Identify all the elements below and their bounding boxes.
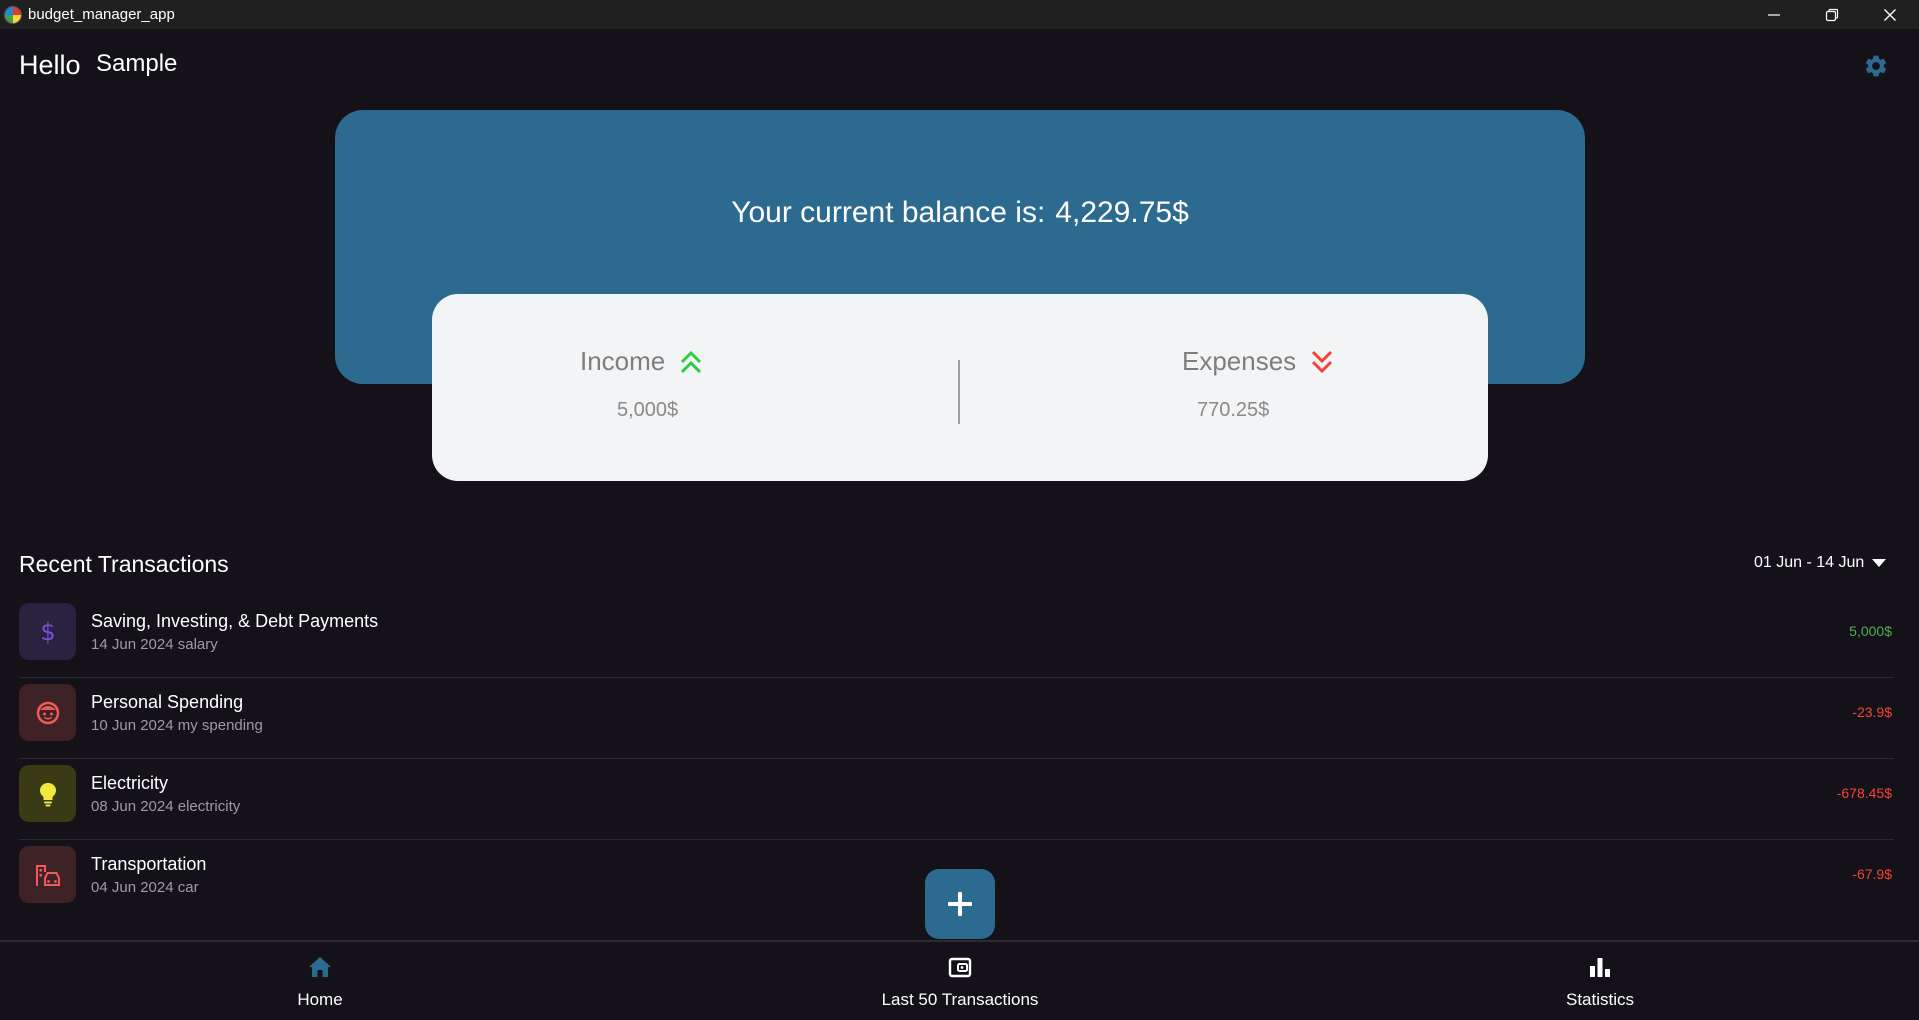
transaction-name: Personal Spending [91,692,244,712]
bar-chart-icon [1588,954,1612,980]
home-icon [308,954,332,980]
category-icon-box: $ [19,603,76,660]
nav-last-50-transactions[interactable]: Last 50 Transactions [810,942,1110,1020]
nav-home-label: Home [297,990,343,1009]
minimize-icon [1768,13,1780,16]
transaction-amount: -23.9$ [1852,704,1892,720]
minimize-button[interactable] [1745,0,1803,29]
date-range-dropdown[interactable]: 01 Jun - 14 Jun [1754,551,1887,575]
transaction-name: Transportation [91,854,207,874]
nav-home[interactable]: Home [220,942,420,1020]
balance-amount: 4,229.75$ [1055,196,1189,229]
caret-down-icon [1872,559,1887,567]
transaction-row[interactable]: Personal Spending 10 Jun 2024 my spendin… [19,678,1894,759]
bar-chart-icon-svg [1590,958,1610,977]
window-controls [1745,0,1919,29]
close-button[interactable] [1861,0,1919,29]
svg-text:$: $ [40,618,55,646]
wallet-icon-svg [948,957,972,978]
double-chevron-up-icon [681,350,702,373]
category-icon-box [19,684,76,741]
transaction-amount: -678.45$ [1836,785,1892,801]
expenses-label-group: Expenses [1182,346,1334,377]
category-icon-box [19,765,76,822]
dollar-icon: $ [40,618,55,646]
restore-button[interactable] [1803,0,1861,29]
gear-icon [1865,55,1887,77]
home-icon-svg [309,957,331,977]
car-icon [35,864,60,886]
recent-transactions-title: Recent Transactions [19,551,229,577]
income-expense-card: Income 5,000$ Expenses 770.25$ [432,294,1488,481]
income-value: 5,000$ [617,399,679,421]
transaction-amount: 5,000$ [1849,623,1892,639]
transaction-name: Electricity [91,773,169,793]
transaction-subtitle: 14 Jun 2024 salary [91,636,218,653]
restore-icon [1825,8,1839,21]
transaction-name: Saving, Investing, & Debt Payments [91,611,379,631]
window-titlebar: budget_manager_app [0,0,1919,29]
username-text: Sample [96,50,178,77]
transaction-subtitle: 10 Jun 2024 my spending [91,717,263,734]
nav-statistics-label: Statistics [1565,990,1635,1009]
transaction-subtitle: 08 Jun 2024 electricity [91,798,241,815]
double-chevron-down-icon [1312,350,1333,373]
balance-label: Your current balance is: [731,196,1046,229]
transaction-amount: -67.9$ [1852,866,1892,882]
transaction-row[interactable]: Electricity 08 Jun 2024 electricity -678… [19,759,1894,840]
transaction-subtitle: 04 Jun 2024 car [91,879,199,896]
income-expense-divider [958,360,960,424]
income-label-group: Income [580,346,703,377]
add-transaction-button[interactable] [925,869,995,939]
plus-icon [948,892,972,916]
window-title: budget_manager_app [28,6,175,23]
greeting-text: Hello [19,50,81,80]
face-icon [36,701,59,724]
wallet-icon [948,954,972,980]
settings-button[interactable] [1862,52,1890,80]
bottom-navigation: Home Last 50 Transactions Statistics [0,940,1919,1020]
nav-last-50-label: Last 50 Transactions [881,990,1039,1009]
close-icon [1884,8,1896,21]
nav-statistics[interactable]: Statistics [1500,942,1700,1020]
transaction-row[interactable]: $ Saving, Investing, & Debt Payments 14 … [19,597,1894,678]
app-logo-icon [4,5,22,24]
expenses-value: 770.25$ [1197,399,1270,421]
category-icon-box [19,846,76,903]
balance-text: Your current balance is: 4,229.75$ [335,196,1585,230]
income-label: Income [580,346,666,376]
expenses-label: Expenses [1182,346,1297,376]
date-range-label: 01 Jun - 14 Jun [1754,554,1865,571]
lightbulb-icon [39,782,56,806]
